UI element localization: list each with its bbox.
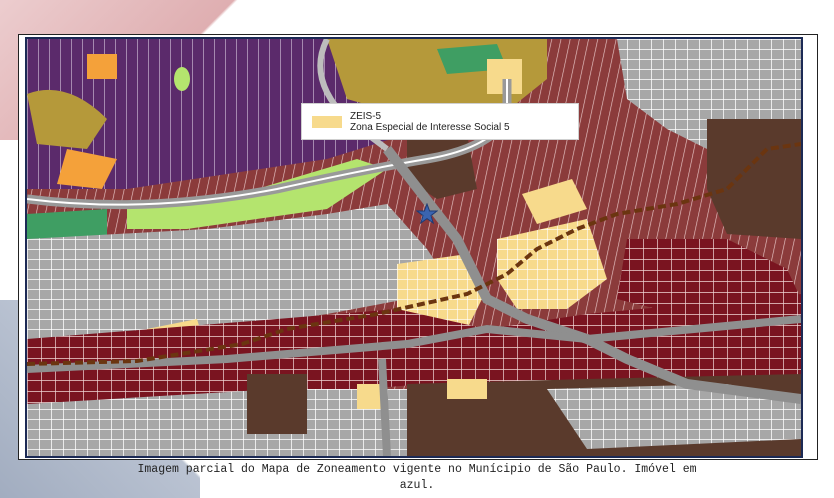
caption-line-2: azul. bbox=[399, 479, 435, 492]
property-marker-star-icon[interactable] bbox=[415, 202, 439, 225]
figure-caption: Imagem parcial do Mapa de Zoneamento vig… bbox=[20, 462, 814, 494]
highway-vertical bbox=[378, 358, 391, 456]
legend-description: Zona Especial de Interesse Social 5 bbox=[350, 121, 510, 133]
zone-zeis5-south bbox=[447, 379, 487, 399]
zone-green-circle bbox=[174, 67, 190, 91]
zone-brown-south bbox=[247, 374, 307, 434]
zone-orange-block bbox=[87, 54, 117, 79]
legend-swatch-zeis5 bbox=[312, 115, 342, 128]
legend-code: ZEIS-5 bbox=[350, 110, 382, 122]
map-legend: ZEIS-5 Zona Especial de Interesse Social… bbox=[301, 103, 579, 140]
caption-line-1: Imagem parcial do Mapa de Zoneamento vig… bbox=[137, 463, 697, 476]
zoning-map[interactable] bbox=[25, 37, 803, 458]
